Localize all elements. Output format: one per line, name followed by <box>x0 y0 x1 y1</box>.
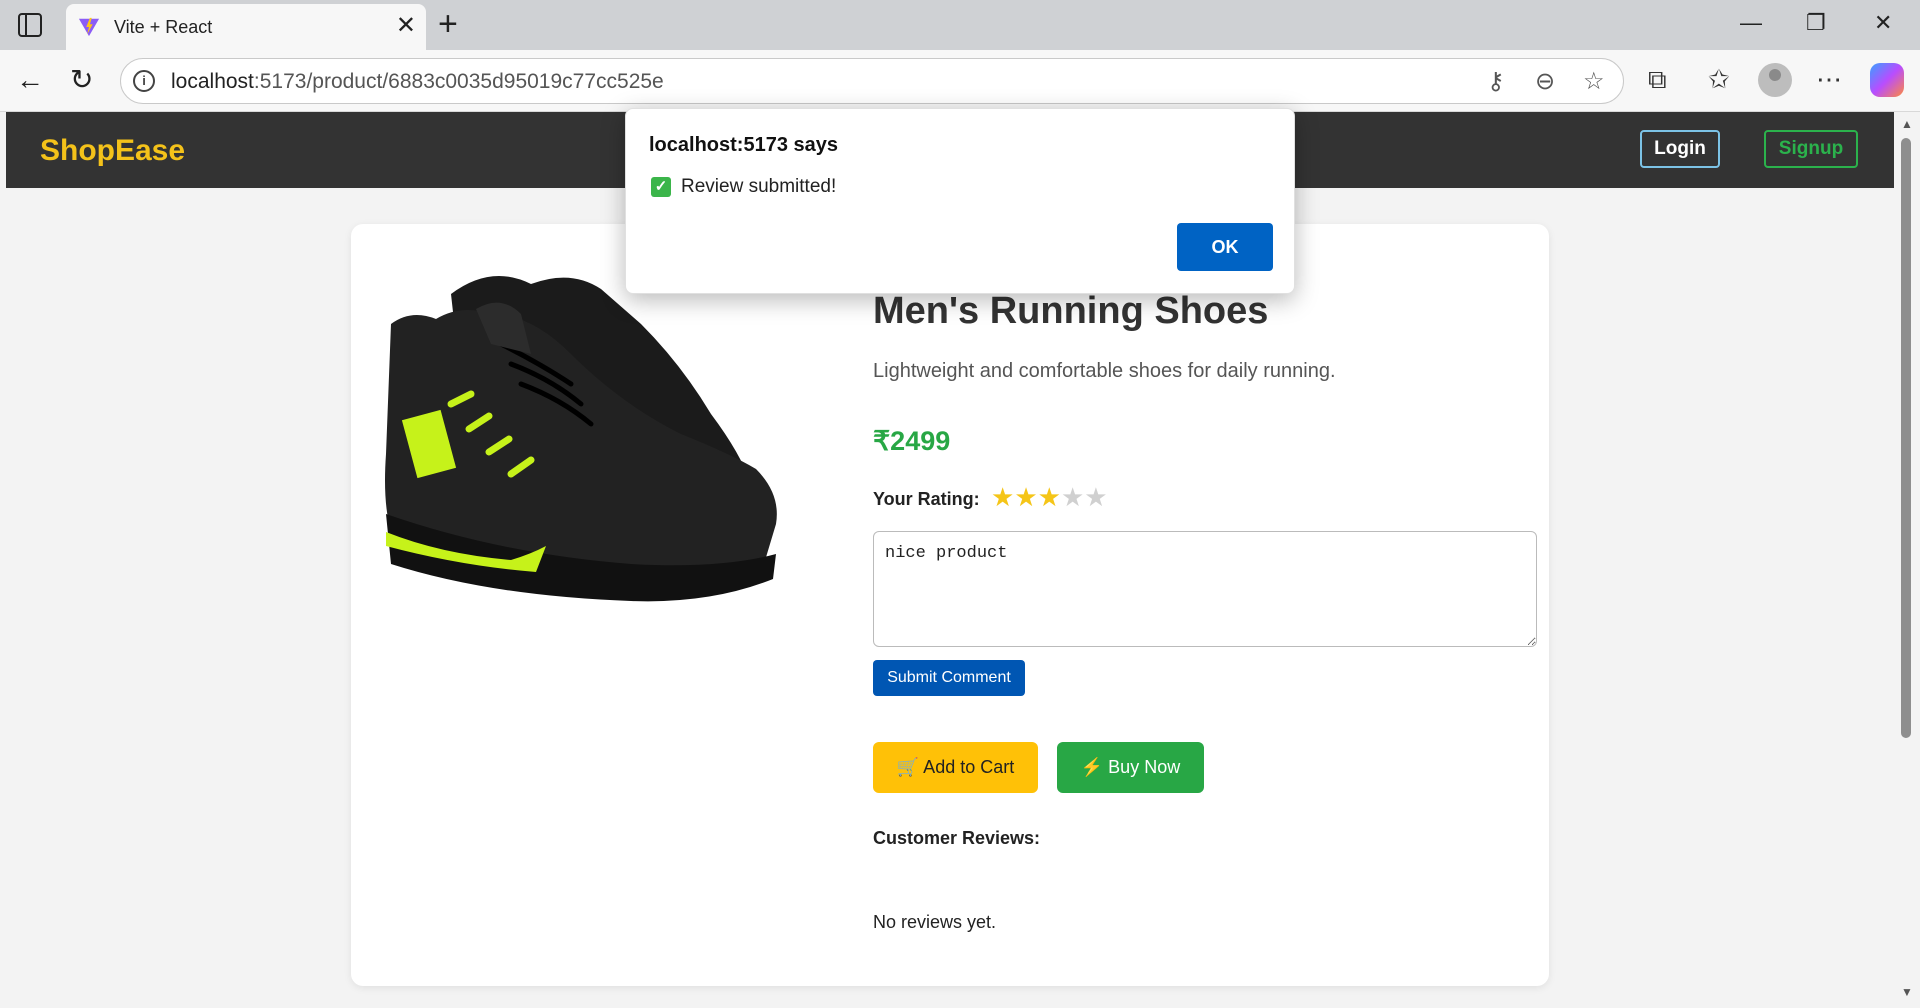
product-price: ₹2499 <box>873 426 951 456</box>
restore-icon[interactable]: ❐ <box>1806 8 1826 38</box>
alert-dialog: localhost:5173 says ✓ Review submitted! … <box>625 108 1295 294</box>
tab-actions-icon[interactable] <box>18 13 42 37</box>
key-icon[interactable]: ⚷ <box>1487 68 1505 96</box>
buy-now-button[interactable]: ⚡ Buy Now <box>1057 742 1204 793</box>
back-arrow-icon[interactable]: ← <box>16 64 44 96</box>
signup-button[interactable]: Signup <box>1764 130 1858 168</box>
add-to-cart-button[interactable]: 🛒 Add to Cart <box>873 742 1038 793</box>
close-icon[interactable]: ✕ <box>396 13 416 39</box>
vite-logo-icon <box>78 17 100 37</box>
url-text[interactable]: localhost:5173/product/6883c0035d95019c7… <box>171 70 664 94</box>
rating-star-5[interactable]: ★ <box>1084 482 1107 512</box>
scroll-up-icon[interactable]: ▲ <box>1901 118 1913 130</box>
profile-icon[interactable] <box>1758 63 1792 97</box>
page-scrollbar[interactable]: ▲ ▼ <box>1894 112 1920 1008</box>
check-mark-icon: ✓ <box>651 177 671 197</box>
submit-comment-button[interactable]: Submit Comment <box>873 660 1025 696</box>
login-button[interactable]: Login <box>1640 130 1720 168</box>
favorites-icon[interactable]: ✩ <box>1708 64 1730 94</box>
minimize-icon[interactable]: — <box>1740 8 1762 38</box>
rating-star-2[interactable]: ★ <box>1014 482 1037 512</box>
rating-star-4[interactable]: ★ <box>1061 482 1084 512</box>
rating-label: Your Rating: <box>873 489 980 509</box>
url-field[interactable]: i localhost:5173/product/6883c0035d95019… <box>120 58 1624 104</box>
refresh-icon[interactable]: ↻ <box>70 64 93 96</box>
product-title: Men's Running Shoes <box>873 290 1269 332</box>
rating-star-1[interactable]: ★ <box>991 482 1014 512</box>
rating-star-3[interactable]: ★ <box>1038 482 1061 512</box>
scroll-thumb[interactable] <box>1901 138 1911 738</box>
no-reviews-text: No reviews yet. <box>873 912 997 932</box>
dialog-message: Review submitted! <box>681 176 837 197</box>
brand-logo[interactable]: ShopEase <box>40 134 185 168</box>
review-textarea[interactable]: nice product <box>873 531 1537 647</box>
plus-icon[interactable]: + <box>438 6 458 42</box>
ok-button[interactable]: OK <box>1177 223 1273 271</box>
dialog-title: localhost:5173 says <box>649 134 838 156</box>
copilot-icon[interactable] <box>1870 63 1904 97</box>
browser-tab[interactable]: Vite + React ✕ <box>66 4 426 50</box>
scroll-down-icon[interactable]: ▼ <box>1901 986 1913 998</box>
star-icon[interactable]: ☆ <box>1583 68 1605 96</box>
address-bar: ← ↻ i localhost:5173/product/6883c0035d9… <box>0 50 1920 112</box>
product-card: Men's Running Shoes Lightweight and comf… <box>351 224 1549 986</box>
more-icon[interactable]: ⋯ <box>1816 64 1842 94</box>
rating-stars[interactable]: ★★★★★ <box>991 482 1108 513</box>
zoom-out-icon[interactable]: ⊖ <box>1535 68 1555 96</box>
product-description: Lightweight and comfortable shoes for da… <box>873 360 1336 382</box>
product-image <box>385 276 777 602</box>
browser-tab-bar: Vite + React ✕ + — ❐ ✕ <box>0 0 1920 50</box>
info-icon[interactable]: i <box>133 70 155 92</box>
tab-title: Vite + React <box>114 17 213 37</box>
window-close-icon[interactable]: ✕ <box>1874 8 1892 38</box>
customer-reviews-heading: Customer Reviews: <box>873 828 1041 848</box>
puzzle-icon[interactable]: ⧉ <box>1648 64 1667 94</box>
product-info: Men's Running Shoes Lightweight and comf… <box>873 224 1537 986</box>
